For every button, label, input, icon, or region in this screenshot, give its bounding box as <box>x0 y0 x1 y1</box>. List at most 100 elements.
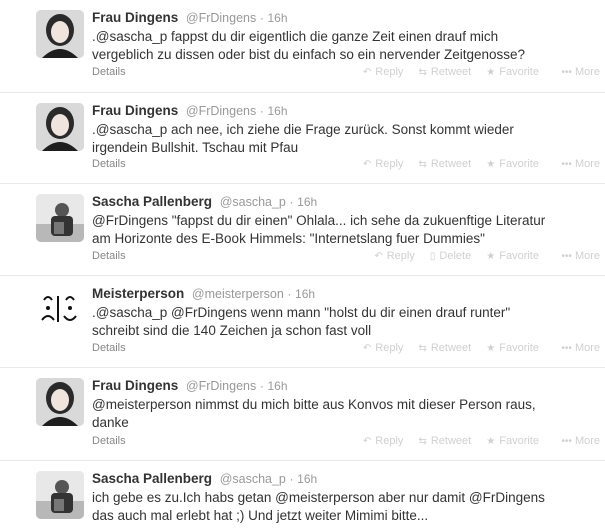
tweet[interactable]: Frau Dingens @FrDingens · 16h .@sascha_p… <box>0 93 605 184</box>
author-handle[interactable]: @FrDingens <box>186 379 256 393</box>
retweet-button[interactable]: ⇆ Retweet <box>418 66 471 78</box>
more-button[interactable]: ••• More <box>561 435 600 447</box>
more-icon: ••• <box>561 159 572 170</box>
author-name[interactable]: Frau Dingens <box>92 378 178 393</box>
retweet-icon: ⇆ <box>418 343 427 354</box>
timestamp[interactable]: 16h <box>297 472 317 486</box>
avatar[interactable] <box>36 471 84 519</box>
tweet[interactable]: Frau Dingens @FrDingens · 16h @meisterpe… <box>0 368 605 461</box>
timestamp[interactable]: 16h <box>268 379 288 393</box>
tweet[interactable]: Sascha Pallenberg @sascha_p · 16h ich ge… <box>0 461 605 528</box>
trash-icon: ▯ <box>429 251 436 262</box>
more-icon: ••• <box>561 251 572 262</box>
tweet[interactable]: Meisterperson @meisterperson · 16h .@sas… <box>0 276 605 368</box>
favorite-button[interactable]: ★ Favorite <box>486 342 539 354</box>
avatar[interactable] <box>36 194 84 242</box>
retweet-label: Retweet <box>430 342 472 354</box>
avatar[interactable] <box>36 286 84 334</box>
more-label: More <box>574 66 600 78</box>
author-handle[interactable]: @FrDingens <box>186 104 256 118</box>
reply-icon: ↶ <box>374 251 383 262</box>
more-icon: ••• <box>561 436 572 447</box>
reply-button[interactable]: ↶ Reply <box>374 250 415 262</box>
retweet-button[interactable]: ⇆ Retweet <box>418 158 471 170</box>
star-icon: ★ <box>486 159 496 170</box>
reply-icon: ↶ <box>362 159 372 170</box>
author-name[interactable]: Meisterperson <box>92 286 184 301</box>
avatar[interactable] <box>36 103 84 151</box>
timestamp[interactable]: 16h <box>268 11 288 25</box>
delete-button[interactable]: ▯ Delete <box>430 250 471 262</box>
star-icon: ★ <box>486 251 496 262</box>
reply-label: Reply <box>375 435 404 447</box>
separator: · <box>259 11 264 25</box>
more-button[interactable]: ••• More <box>561 66 600 78</box>
author-handle[interactable]: @sascha_p <box>220 195 286 209</box>
favorite-label: Favorite <box>499 250 539 262</box>
author-handle[interactable]: @meisterperson <box>192 287 284 301</box>
star-icon: ★ <box>486 343 496 354</box>
more-label: More <box>574 250 600 262</box>
more-button[interactable]: ••• More <box>561 250 600 262</box>
retweet-button[interactable]: ⇆ Retweet <box>418 342 471 354</box>
timestamp[interactable]: 16h <box>297 195 317 209</box>
separator: · <box>259 104 264 118</box>
woman-avatar-icon <box>36 378 84 426</box>
details-link[interactable]: Details <box>92 435 126 447</box>
retweet-icon: ⇆ <box>418 159 427 170</box>
favorite-label: Favorite <box>499 342 539 354</box>
more-label: More <box>574 158 600 170</box>
details-link[interactable]: Details <box>92 66 126 78</box>
more-label: More <box>574 342 600 354</box>
reply-label: Reply <box>386 250 415 262</box>
separator: · <box>259 379 264 393</box>
star-icon: ★ <box>486 67 496 78</box>
retweet-icon: ⇆ <box>418 67 427 78</box>
reply-icon: ↶ <box>362 343 372 354</box>
separator: · <box>287 287 292 301</box>
favorite-button[interactable]: ★ Favorite <box>486 250 539 262</box>
more-button[interactable]: ••• More <box>561 342 600 354</box>
favorite-button[interactable]: ★ Favorite <box>486 435 539 447</box>
retweet-label: Retweet <box>430 66 472 78</box>
man-avatar-icon <box>36 194 84 242</box>
favorite-label: Favorite <box>499 158 539 170</box>
reply-icon: ↶ <box>362 436 372 447</box>
tweet-text: .@sascha_p fappst du dir eigentlich die … <box>92 29 526 62</box>
tweet[interactable]: Frau Dingens @FrDingens · 16h .@sascha_p… <box>0 0 605 93</box>
avatar[interactable] <box>36 10 84 58</box>
retweet-button[interactable]: ⇆ Retweet <box>418 435 471 447</box>
avatar[interactable] <box>36 378 84 426</box>
author-name[interactable]: Frau Dingens <box>92 103 178 118</box>
tweet-text: @meisterperson nimmst du mich bitte aus … <box>92 397 536 430</box>
favorite-button[interactable]: ★ Favorite <box>486 158 539 170</box>
more-button[interactable]: ••• More <box>561 158 600 170</box>
delete-label: Delete <box>439 250 472 262</box>
tweet[interactable]: Sascha Pallenberg @sascha_p · 16h @FrDin… <box>0 184 605 276</box>
reply-button[interactable]: ↶ Reply <box>363 66 404 78</box>
favorite-label: Favorite <box>499 435 539 447</box>
reply-label: Reply <box>375 66 404 78</box>
details-link[interactable]: Details <box>92 250 126 262</box>
author-name[interactable]: Sascha Pallenberg <box>92 471 212 486</box>
details-link[interactable]: Details <box>92 158 126 170</box>
reply-button[interactable]: ↶ Reply <box>363 158 404 170</box>
retweet-label: Retweet <box>430 435 472 447</box>
woman-avatar-icon <box>36 10 84 58</box>
author-handle[interactable]: @sascha_p <box>220 472 286 486</box>
star-icon: ★ <box>486 436 496 447</box>
timestamp[interactable]: 16h <box>295 287 315 301</box>
favorite-button[interactable]: ★ Favorite <box>486 66 539 78</box>
reply-button[interactable]: ↶ Reply <box>363 435 404 447</box>
author-name[interactable]: Frau Dingens <box>92 10 178 25</box>
favorite-label: Favorite <box>499 66 539 78</box>
retweet-label: Retweet <box>430 158 472 170</box>
details-link[interactable]: Details <box>92 342 126 354</box>
author-handle[interactable]: @FrDingens <box>186 11 256 25</box>
reply-label: Reply <box>375 342 404 354</box>
more-icon: ••• <box>561 343 572 354</box>
timestamp[interactable]: 16h <box>268 104 288 118</box>
reply-button[interactable]: ↶ Reply <box>363 342 404 354</box>
tweet-text: @FrDingens "fappst du dir einen" Ohlala.… <box>92 213 546 246</box>
author-name[interactable]: Sascha Pallenberg <box>92 194 212 209</box>
